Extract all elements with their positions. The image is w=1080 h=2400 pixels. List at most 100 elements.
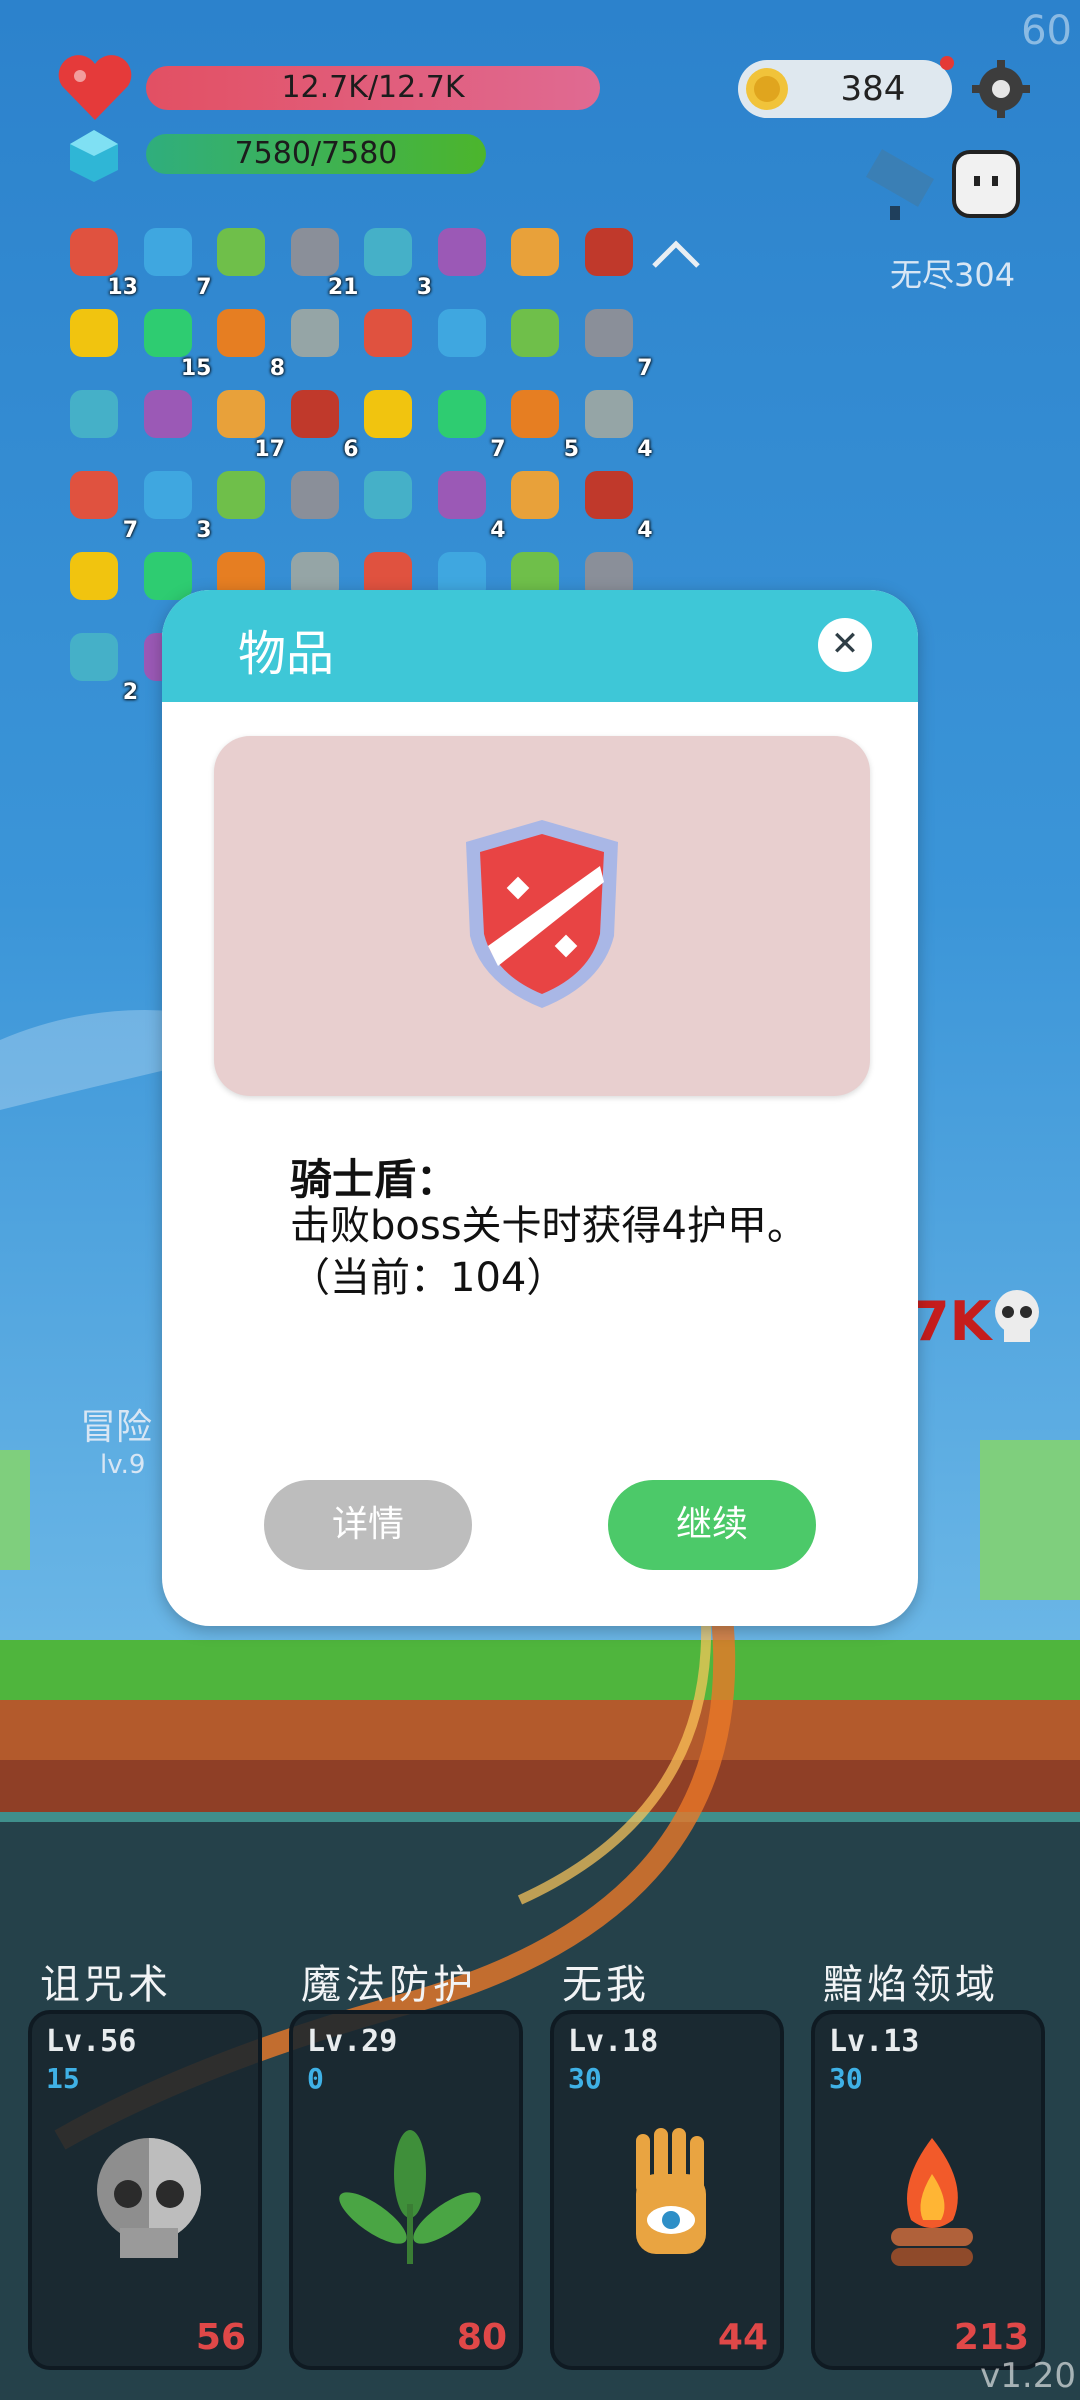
flower-icon [437, 390, 486, 438]
heart-icon [58, 55, 132, 121]
inventory-item[interactable] [505, 303, 575, 373]
inventory-item[interactable] [285, 303, 355, 373]
sword-icon [290, 228, 339, 276]
red-pill-icon [511, 390, 559, 438]
inventory-item[interactable]: 7 [138, 222, 212, 300]
fps-counter: 60 [1021, 8, 1072, 54]
skill-name: 黯焰领域 [823, 1962, 999, 2008]
skill-cost: 15 [46, 2062, 80, 2095]
skill-level: Lv.18 [568, 2024, 659, 2059]
inventory-item[interactable]: 7 [432, 384, 506, 462]
briefcase-icon [70, 552, 118, 600]
close-icon[interactable]: ✕ [818, 618, 872, 672]
inventory-item[interactable] [358, 303, 428, 373]
inventory-item[interactable]: 17 [211, 384, 285, 462]
bow-icon [143, 471, 192, 519]
dagger-icon [584, 309, 633, 357]
round-shield-icon [217, 309, 265, 357]
skill-card[interactable]: Lv.56 15 56 [28, 2010, 262, 2370]
inventory-item[interactable] [64, 384, 134, 454]
pineapple-icon [70, 633, 118, 681]
knight-shield-icon [364, 309, 412, 357]
chevron-up-icon[interactable] [648, 236, 704, 272]
hp-bar: 12.7K/12.7K [146, 66, 600, 110]
inventory-item[interactable] [579, 222, 649, 292]
skill-card[interactable]: Lv.29 0 80 [289, 2010, 523, 2370]
inventory-item[interactable]: 7 [64, 465, 138, 543]
item-count: 7 [637, 356, 653, 381]
shirt-icon [511, 471, 559, 519]
skill-cost: 0 [307, 2062, 324, 2095]
inventory-item[interactable]: 7 [579, 303, 653, 381]
inventory-item[interactable] [432, 222, 502, 292]
jam-jar-icon [290, 471, 339, 519]
watermelon-icon [70, 228, 118, 276]
coin-value: 384 [840, 69, 906, 109]
ghost-icon[interactable] [950, 146, 1022, 222]
skill-card[interactable]: Lv.13 30 213 [811, 2010, 1045, 2370]
inventory-item[interactable] [64, 303, 134, 373]
inventory-item[interactable]: 4 [579, 384, 653, 462]
skill-name: 无我 [562, 1962, 650, 2008]
inventory-item[interactable]: 3 [358, 222, 432, 300]
apple-icon [217, 390, 265, 438]
item-count: 4 [637, 518, 653, 543]
inventory-item[interactable] [358, 465, 428, 535]
potion-icon [290, 390, 339, 438]
inventory-item[interactable]: 4 [579, 465, 653, 543]
magnet-icon [70, 390, 118, 438]
inventory-item[interactable] [358, 384, 428, 454]
molecule-icon [143, 390, 192, 438]
inventory-item[interactable] [211, 465, 281, 535]
unicorn-icon [437, 309, 486, 357]
item-count: 6 [343, 437, 359, 462]
settings-gear-icon[interactable] [970, 58, 1032, 120]
mp-bar: 7580/7580 [146, 134, 486, 174]
syringe-icon [364, 228, 412, 276]
scroll-icon [290, 309, 339, 357]
inventory-item[interactable] [432, 303, 502, 373]
sunflower-icon [584, 471, 633, 519]
notification-dot [940, 56, 954, 70]
inventory-item[interactable]: 4 [432, 465, 506, 543]
skill-value: 56 [195, 2317, 246, 2358]
inventory-item[interactable] [505, 465, 575, 535]
pixel-boss-icon[interactable] [860, 146, 942, 226]
leaf-icon [339, 2130, 481, 2264]
item-count: 17 [254, 437, 285, 462]
coin-icon [746, 68, 788, 110]
inventory-item[interactable]: 15 [138, 303, 212, 381]
skull-icon [995, 1290, 1039, 1342]
inventory-item[interactable]: 5 [505, 384, 579, 462]
adventure-label: 冒险 [80, 1407, 153, 1448]
skill-cost: 30 [829, 2062, 863, 2095]
spiral-icon [437, 228, 486, 276]
speech-bubble-icon [143, 228, 192, 276]
details-button[interactable]: 详情 [264, 1480, 472, 1570]
inventory-item[interactable]: 13 [64, 222, 138, 300]
id-card-icon [217, 471, 265, 519]
inventory-item[interactable] [285, 465, 355, 535]
inventory-item[interactable]: 8 [211, 303, 285, 381]
item-count: 4 [637, 437, 653, 462]
inventory-item[interactable] [64, 546, 134, 616]
item-count: 3 [416, 275, 432, 300]
item-count: 21 [327, 275, 359, 300]
skill-value: 80 [456, 2317, 507, 2358]
blue-square-icon [511, 228, 559, 276]
version-label: v1.20 [980, 2356, 1076, 2396]
skill-card[interactable]: Lv.18 30 44 [550, 2010, 784, 2370]
inventory-item[interactable] [211, 222, 281, 292]
inventory-item[interactable]: 2 [64, 627, 138, 705]
continue-button[interactable]: 继续 [608, 1480, 816, 1570]
inventory-item[interactable]: 6 [285, 384, 359, 462]
item-count: 7 [490, 437, 506, 462]
heat-icon [364, 390, 412, 438]
inventory-item[interactable] [505, 222, 575, 292]
green-card-icon [217, 228, 265, 276]
item-count: 8 [269, 356, 285, 381]
inventory-item[interactable]: 3 [138, 465, 212, 543]
skill-level: Lv.13 [829, 2024, 920, 2059]
inventory-item[interactable]: 21 [285, 222, 359, 300]
inventory-item[interactable] [138, 384, 208, 454]
